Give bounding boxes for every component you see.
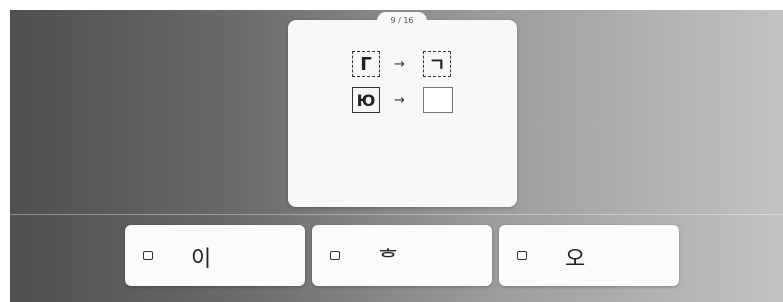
question-card <box>288 20 517 207</box>
example-source-glyph: Г <box>352 51 380 77</box>
arrow-icon: → <box>394 93 405 108</box>
option-card-1[interactable]: 이 <box>125 225 305 286</box>
question-counter: 9 / 16 <box>377 12 427 28</box>
checkbox-icon[interactable] <box>143 251 153 260</box>
answer-slot <box>423 87 453 113</box>
top-frame <box>0 0 783 10</box>
checkbox-icon[interactable] <box>517 251 527 260</box>
section-divider <box>10 214 783 215</box>
prompt-source-glyph: Ю <box>352 87 380 113</box>
option-glyph: 이 <box>191 247 212 272</box>
arrow-icon: → <box>394 57 405 72</box>
option-card-2[interactable]: ᄒ <box>312 225 492 286</box>
option-glyph: ᄒ <box>378 247 399 272</box>
example-target-glyph: ㄱ <box>423 51 451 77</box>
option-glyph: 오 <box>565 247 586 272</box>
left-frame <box>0 0 10 302</box>
checkbox-icon[interactable] <box>330 251 340 260</box>
option-card-3[interactable]: 오 <box>499 225 679 286</box>
